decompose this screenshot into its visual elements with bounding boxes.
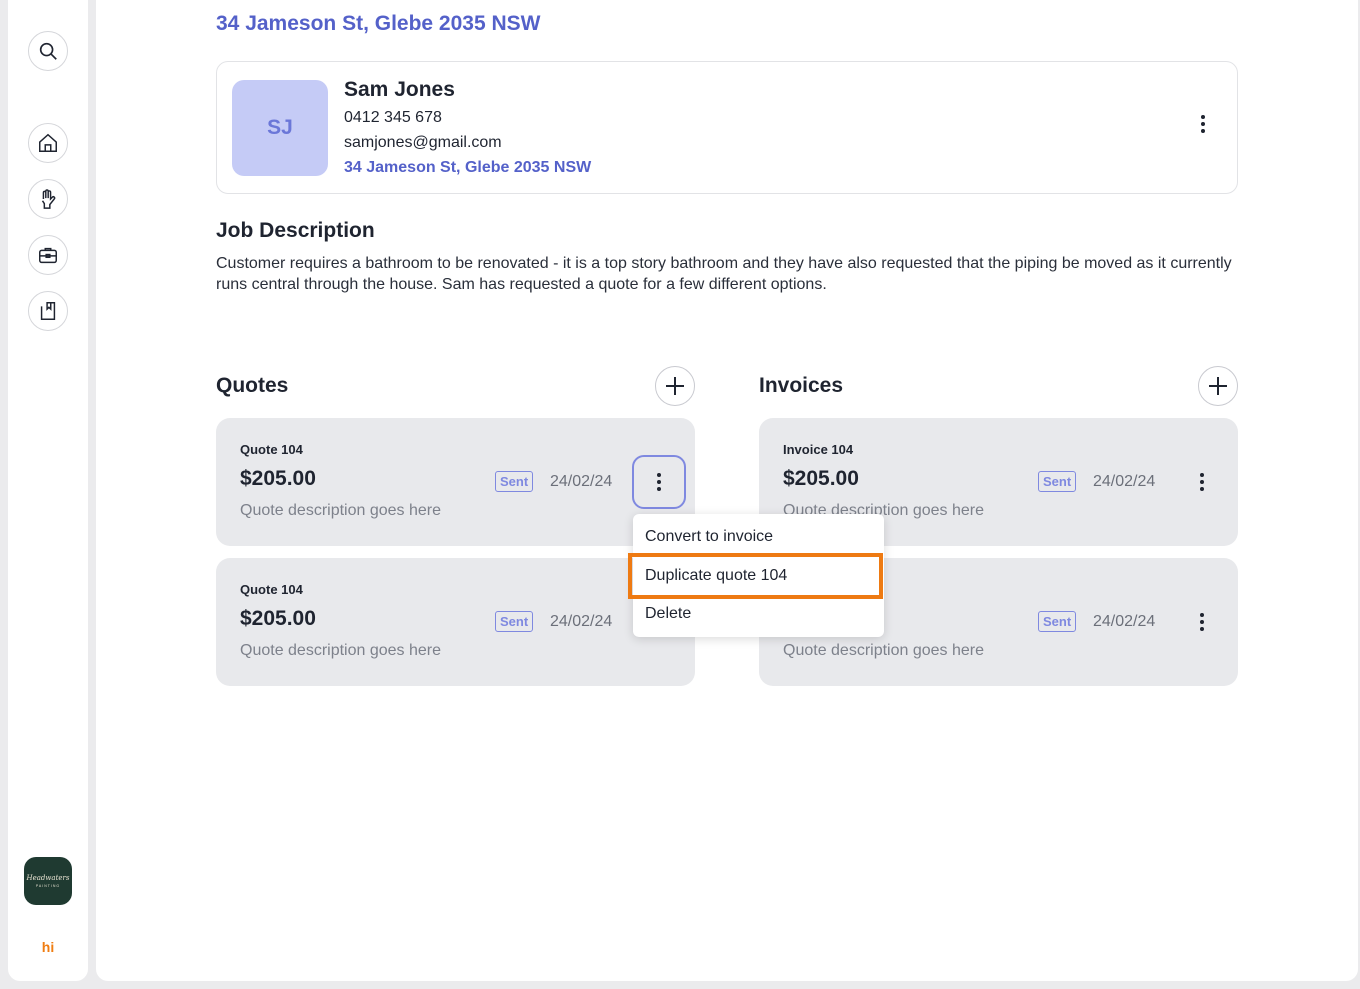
contact-name: Sam Jones bbox=[344, 78, 455, 101]
quote-amount: $205.00 bbox=[240, 607, 316, 630]
quote-date: 24/02/24 bbox=[550, 473, 613, 490]
quote-amount: $205.00 bbox=[240, 467, 316, 490]
contact-email: samjones@gmail.com bbox=[344, 134, 502, 151]
contact-phone: 0412 345 678 bbox=[344, 109, 442, 126]
footer-logo: hi bbox=[41, 939, 55, 955]
quote-more-button[interactable] bbox=[632, 455, 686, 509]
avatar: SJ bbox=[232, 80, 328, 176]
job-description-heading: Job Description bbox=[216, 219, 375, 242]
quote-title: Quote 104 bbox=[240, 442, 303, 457]
quote-description: Quote description goes here bbox=[240, 502, 442, 519]
status-badge: Sent bbox=[1038, 471, 1077, 492]
brand-logo-sub: PAINTING bbox=[35, 884, 61, 888]
plus-icon bbox=[1209, 377, 1227, 395]
briefcase-icon bbox=[39, 247, 57, 264]
add-invoice-button[interactable] bbox=[1198, 366, 1238, 406]
brand-logo[interactable]: Headwaters PAINTING bbox=[24, 857, 72, 905]
sidebar: Headwaters PAINTING hi bbox=[8, 0, 88, 981]
contact-more-button[interactable] bbox=[1193, 112, 1213, 136]
brand-logo-name: Headwaters bbox=[26, 874, 70, 882]
search-icon bbox=[39, 42, 57, 60]
quote-date: 24/02/24 bbox=[550, 613, 613, 630]
quote-card[interactable]: Quote 104 $205.00 Quote description goes… bbox=[216, 418, 695, 546]
kebab-dot bbox=[1201, 115, 1205, 119]
quote-title: Quote 104 bbox=[240, 582, 303, 597]
invoice-more-button[interactable] bbox=[1192, 470, 1212, 494]
menu-item-convert-to-invoice[interactable]: Convert to invoice bbox=[645, 528, 773, 546]
main-panel: 34 Jameson St, Glebe 2035 NSW SJ Sam Jon… bbox=[96, 0, 1358, 981]
invoice-date: 24/02/24 bbox=[1093, 613, 1156, 630]
menu-item-delete[interactable]: Delete bbox=[645, 605, 691, 623]
job-description-text: Customer requires a bathroom to be renov… bbox=[216, 255, 1232, 293]
search-button[interactable] bbox=[28, 31, 68, 71]
invoice-amount: $205.00 bbox=[783, 467, 859, 490]
quote-card[interactable]: Quote 104 $205.00 Quote description goes… bbox=[216, 558, 695, 686]
invoice-description: Quote description goes here bbox=[783, 642, 985, 659]
bookmark-icon bbox=[40, 302, 56, 320]
home-icon bbox=[39, 133, 57, 152]
invoices-heading: Invoices bbox=[759, 374, 844, 397]
briefcase-button[interactable] bbox=[28, 235, 68, 275]
home-button[interactable] bbox=[28, 123, 68, 163]
status-badge: Sent bbox=[495, 471, 534, 492]
add-quote-button[interactable] bbox=[655, 366, 695, 406]
hand-icon bbox=[41, 189, 56, 209]
jobs-button[interactable] bbox=[28, 179, 68, 219]
page-title: 34 Jameson St, Glebe 2035 NSW bbox=[216, 12, 541, 35]
invoice-date: 24/02/24 bbox=[1093, 473, 1156, 490]
plus-icon bbox=[666, 377, 684, 395]
kebab-dot bbox=[1201, 129, 1205, 133]
kebab-icon bbox=[649, 470, 669, 494]
status-badge: Sent bbox=[495, 611, 534, 632]
contact-address[interactable]: 34 Jameson St, Glebe 2035 NSW bbox=[344, 159, 591, 177]
invoice-more-button[interactable] bbox=[1192, 610, 1212, 634]
status-badge: Sent bbox=[1038, 611, 1077, 632]
menu-item-highlight bbox=[628, 553, 883, 599]
kebab-dot bbox=[1201, 122, 1205, 126]
quote-description: Quote description goes here bbox=[240, 642, 442, 659]
invoice-title: Invoice 104 bbox=[783, 442, 854, 457]
bookmark-button[interactable] bbox=[28, 291, 68, 331]
contact-card: SJ Sam Jones 0412 345 678 samjones@gmail… bbox=[216, 61, 1238, 194]
quotes-heading: Quotes bbox=[216, 374, 289, 397]
